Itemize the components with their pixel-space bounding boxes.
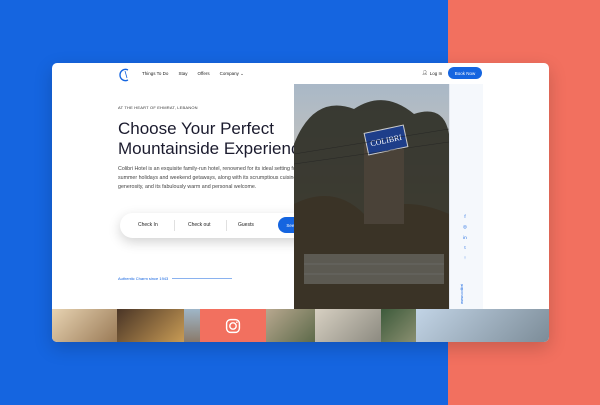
nav-item-offers[interactable]: Offers [197, 71, 209, 77]
social-sidebar: f ◎ in t ↑ www.colibri [449, 84, 483, 309]
facebook-icon[interactable]: f [464, 214, 465, 219]
heritage-tagline: Authentic Charm since 1943 [118, 276, 233, 281]
book-now-button[interactable]: Book Now [448, 67, 482, 79]
website-card: Things To Do Stay Offers Company ⌄ 👤︎ Lo… [52, 63, 549, 342]
field-divider [226, 220, 227, 231]
tagline-divider [172, 278, 233, 279]
arrow-up-icon: ↑ [463, 255, 467, 260]
instagram-tile[interactable] [200, 309, 266, 342]
checkout-field[interactable]: Check out [188, 222, 211, 228]
login-label: Log In [429, 70, 443, 76]
gallery-photo[interactable] [52, 309, 117, 342]
gallery-photo[interactable] [184, 309, 200, 342]
nav-item-things-to-do[interactable]: Things To Do [142, 71, 168, 77]
nav-item-company-label: Company [219, 71, 239, 76]
checkin-field[interactable]: Check In [138, 222, 158, 228]
location-kicker: AT THE HEART OF EHMRAT, LEBANON [118, 105, 198, 110]
linkedin-icon[interactable]: in [463, 235, 467, 240]
gallery-photo[interactable] [381, 309, 416, 342]
gallery-photo[interactable] [117, 309, 184, 342]
hotel-description: Colibri Hotel is an exquisite family-run… [118, 166, 298, 190]
nav-item-company[interactable]: Company ⌄ [220, 71, 244, 77]
guests-field[interactable]: Guests [238, 222, 254, 228]
social-icons: f ◎ in t ↑ [463, 214, 467, 260]
heritage-tagline-text: Authentic Charm since 1943 [118, 276, 169, 281]
gallery-strip [52, 309, 549, 342]
nav-item-stay[interactable]: Stay [178, 71, 187, 77]
website-url[interactable]: www.colibri [459, 284, 464, 304]
chevron-down-icon: ⌄ [240, 71, 244, 76]
gallery-photo[interactable] [266, 309, 315, 342]
instagram-icon [225, 318, 241, 333]
field-divider [174, 220, 175, 231]
twitter-icon[interactable]: t [464, 245, 465, 250]
hotel-sign-photo: COLIBRI [294, 84, 449, 309]
gallery-photo[interactable] [315, 309, 381, 342]
instagram-icon[interactable]: ◎ [463, 224, 467, 230]
user-icon: 👤︎ [422, 70, 428, 75]
colibri-logo[interactable] [118, 67, 132, 83]
main-nav: Things To Do Stay Offers Company ⌄ [142, 71, 244, 77]
login-link[interactable]: 👤︎ Log In [422, 70, 442, 76]
gallery-photo[interactable] [416, 309, 549, 342]
